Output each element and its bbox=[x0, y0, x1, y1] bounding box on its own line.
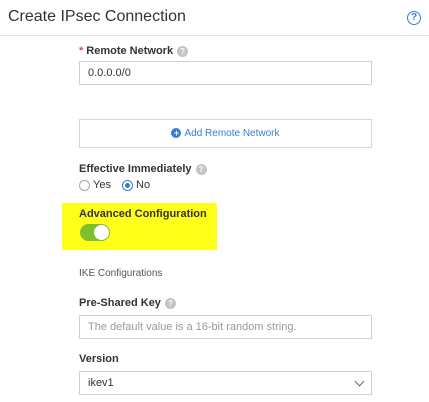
page-header: Create IPsec Connection ? bbox=[0, 0, 429, 36]
advanced-configuration-label: Advanced Configuration bbox=[79, 208, 207, 220]
question-mark-icon[interactable]: ? bbox=[177, 45, 189, 57]
radio-yes[interactable] bbox=[79, 179, 90, 191]
page-title: Create IPsec Connection bbox=[8, 8, 186, 25]
advanced-configuration-toggle[interactable] bbox=[80, 224, 110, 241]
toggle-knob bbox=[94, 225, 109, 240]
remote-network-input[interactable]: 0.0.0.0/0 bbox=[79, 61, 372, 85]
radio-yes-label[interactable]: Yes bbox=[93, 179, 111, 191]
version-label: Version bbox=[79, 353, 119, 365]
add-remote-network-label: Add Remote Network bbox=[184, 128, 280, 139]
remote-network-label: * Remote Network? bbox=[79, 45, 189, 57]
question-mark-icon[interactable]: ? bbox=[195, 163, 207, 175]
ike-configurations-heading: IKE Configurations bbox=[79, 268, 163, 279]
effective-immediately-label: Effective Immediately? bbox=[79, 163, 207, 175]
remote-network-label-text: Remote Network bbox=[86, 45, 174, 57]
effective-immediately-radio-group: Yes No bbox=[79, 179, 158, 191]
pre-shared-key-label: Pre-Shared Key? bbox=[79, 297, 176, 309]
radio-no-label[interactable]: No bbox=[136, 179, 150, 191]
plus-circle-icon: + bbox=[171, 128, 182, 139]
pre-shared-key-label-text: Pre-Shared Key bbox=[79, 297, 161, 309]
pre-shared-key-input[interactable]: The default value is a 16-bit random str… bbox=[79, 315, 372, 339]
add-remote-network-button[interactable]: + Add Remote Network bbox=[79, 119, 372, 148]
version-select[interactable]: ikev1 bbox=[79, 371, 372, 395]
effective-immediately-label-text: Effective Immediately bbox=[79, 163, 192, 175]
help-icon[interactable]: ? bbox=[407, 11, 421, 25]
required-mark: * bbox=[79, 45, 84, 57]
version-select-value: ikev1 bbox=[88, 377, 114, 389]
question-mark-icon[interactable]: ? bbox=[164, 297, 176, 309]
radio-no[interactable] bbox=[122, 179, 134, 191]
chevron-down-icon[interactable] bbox=[354, 376, 365, 387]
